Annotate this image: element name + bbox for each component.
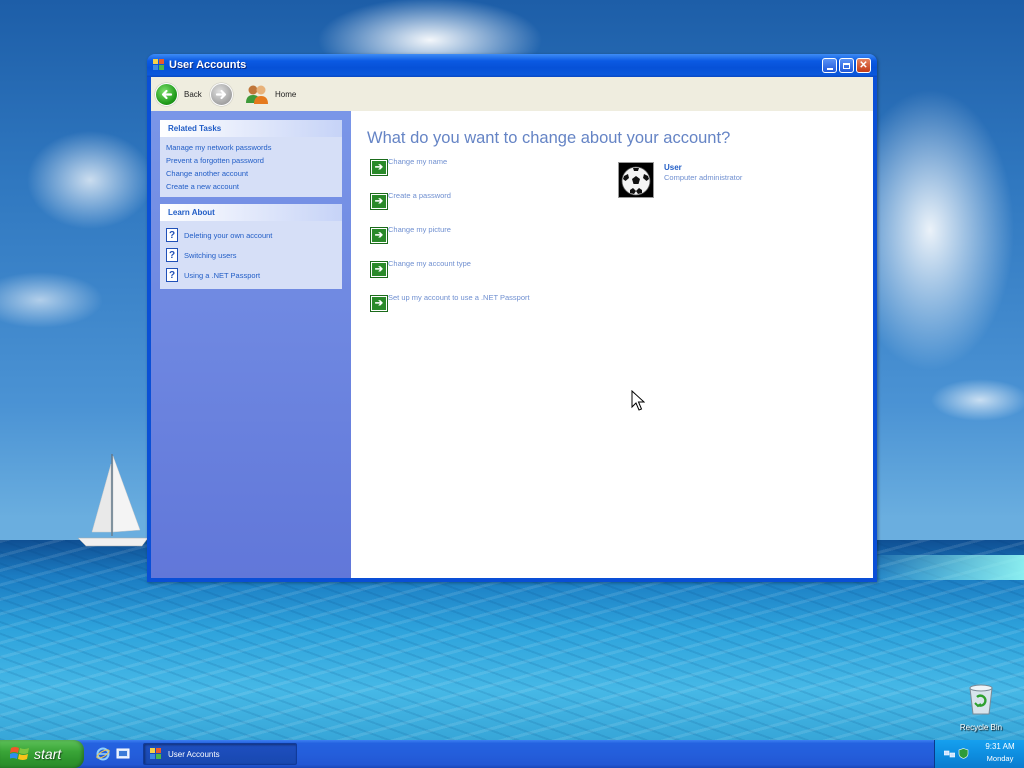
clock-day: Monday bbox=[986, 754, 1014, 763]
user-accounts-window: User Accounts ✕ Back Home Related Tasks … bbox=[147, 54, 877, 582]
home-label: Home bbox=[275, 89, 297, 99]
change-account-type-link[interactable]: ➔ Change my account type bbox=[371, 259, 471, 277]
green-arrow-icon: ➔ bbox=[371, 262, 387, 277]
green-arrow-icon: ➔ bbox=[371, 228, 387, 243]
sailboat-image bbox=[77, 454, 149, 547]
learn-item-deleting-account[interactable]: ? Deleting your own account bbox=[162, 225, 342, 245]
minimize-button[interactable] bbox=[822, 58, 837, 73]
learn-item-label: Deleting your own account bbox=[184, 230, 273, 240]
system-tray: 9:31 AM Monday bbox=[934, 740, 1024, 768]
green-arrow-icon: ➔ bbox=[371, 194, 387, 209]
user-avatar bbox=[618, 162, 654, 198]
user-accounts-icon bbox=[150, 748, 161, 759]
task-link-manage-passwords[interactable]: Manage my network passwords bbox=[166, 141, 342, 154]
task-link-create-new-account[interactable]: Create a new account bbox=[166, 180, 342, 193]
windows-logo-icon bbox=[10, 747, 29, 760]
task-link-prevent-forgotten-password[interactable]: Prevent a forgotten password bbox=[166, 154, 342, 167]
users-home-icon bbox=[246, 85, 268, 104]
recycle-bin-desktop-icon[interactable]: Recycle Bin bbox=[952, 684, 1010, 732]
mouse-cursor-icon bbox=[631, 390, 645, 411]
user-accounts-icon bbox=[153, 59, 164, 70]
taskbar: start User Accounts 9:31 AM Monday bbox=[0, 740, 1024, 768]
learn-item-label: Using a .NET Passport bbox=[184, 270, 261, 280]
internet-explorer-icon[interactable] bbox=[96, 747, 110, 761]
window-title: User Accounts bbox=[169, 59, 247, 71]
toolbar: Back Home bbox=[151, 77, 873, 111]
change-picture-link[interactable]: ➔ Change my picture bbox=[371, 225, 451, 243]
user-account-tile: User Computer administrator bbox=[618, 162, 742, 198]
learn-about-panel: Learn About ? Deleting your own account … bbox=[160, 204, 342, 289]
security-shield-icon[interactable] bbox=[958, 748, 969, 759]
help-icon: ? bbox=[166, 228, 178, 242]
clock[interactable]: 9:31 AM Monday bbox=[979, 742, 1021, 763]
related-tasks-header: Related Tasks bbox=[160, 120, 342, 137]
soccer-ball-icon bbox=[621, 166, 651, 196]
clock-time: 9:31 AM bbox=[985, 742, 1015, 751]
action-label: Change my name bbox=[388, 157, 448, 166]
task-link-change-another-account[interactable]: Change another account bbox=[166, 167, 342, 180]
close-icon: ✕ bbox=[859, 59, 868, 71]
green-arrow-icon: ➔ bbox=[371, 160, 387, 175]
create-password-link[interactable]: ➔ Create a password bbox=[371, 191, 451, 209]
client-area: Related Tasks Manage my network password… bbox=[151, 111, 873, 578]
green-arrow-icon: ➔ bbox=[371, 296, 387, 311]
learn-item-net-passport[interactable]: ? Using a .NET Passport bbox=[162, 265, 342, 285]
help-icon: ? bbox=[166, 248, 178, 262]
home-button[interactable]: Home bbox=[245, 81, 296, 107]
back-label: Back bbox=[184, 89, 202, 99]
start-label: start bbox=[34, 746, 62, 762]
action-label: Change my picture bbox=[388, 225, 451, 234]
help-icon: ? bbox=[166, 268, 178, 282]
forward-button[interactable] bbox=[210, 81, 233, 107]
taskbar-button-label: User Accounts bbox=[168, 749, 220, 759]
task-pane: Related Tasks Manage my network password… bbox=[151, 111, 351, 578]
recycle-bin-icon bbox=[969, 684, 993, 715]
minimize-icon bbox=[826, 67, 833, 70]
close-button[interactable]: ✕ bbox=[856, 58, 871, 73]
learn-item-label: Switching users bbox=[184, 250, 237, 260]
learn-about-header: Learn About bbox=[160, 204, 342, 221]
main-content: What do you want to change about your ac… bbox=[351, 111, 873, 578]
back-button[interactable]: Back bbox=[155, 81, 202, 107]
page-heading: What do you want to change about your ac… bbox=[367, 129, 731, 147]
maximize-button[interactable] bbox=[839, 58, 854, 73]
related-tasks-panel: Related Tasks Manage my network password… bbox=[160, 120, 342, 197]
net-passport-link[interactable]: ➔ Set up my account to use a .NET Passpo… bbox=[371, 293, 530, 311]
user-role: Computer administrator bbox=[664, 173, 743, 182]
user-name: User bbox=[664, 163, 682, 172]
taskbar-button-user-accounts[interactable]: User Accounts bbox=[143, 743, 297, 765]
change-name-link[interactable]: ➔ Change my name bbox=[371, 157, 447, 175]
horizon-glow bbox=[860, 555, 1024, 580]
action-label: Create a password bbox=[388, 191, 451, 200]
title-bar[interactable]: User Accounts ✕ bbox=[147, 54, 877, 77]
action-label: Change my account type bbox=[388, 259, 471, 268]
forward-arrow-icon bbox=[210, 82, 233, 106]
learn-item-switching-users[interactable]: ? Switching users bbox=[162, 245, 342, 265]
network-icon[interactable] bbox=[944, 748, 955, 759]
show-desktop-icon[interactable] bbox=[116, 747, 130, 761]
start-button[interactable]: start bbox=[0, 740, 84, 768]
recycle-bin-label: Recycle Bin bbox=[959, 723, 1003, 732]
action-label: Set up my account to use a .NET Passport bbox=[388, 293, 530, 302]
back-arrow-icon bbox=[155, 82, 178, 106]
maximize-icon bbox=[843, 62, 850, 69]
